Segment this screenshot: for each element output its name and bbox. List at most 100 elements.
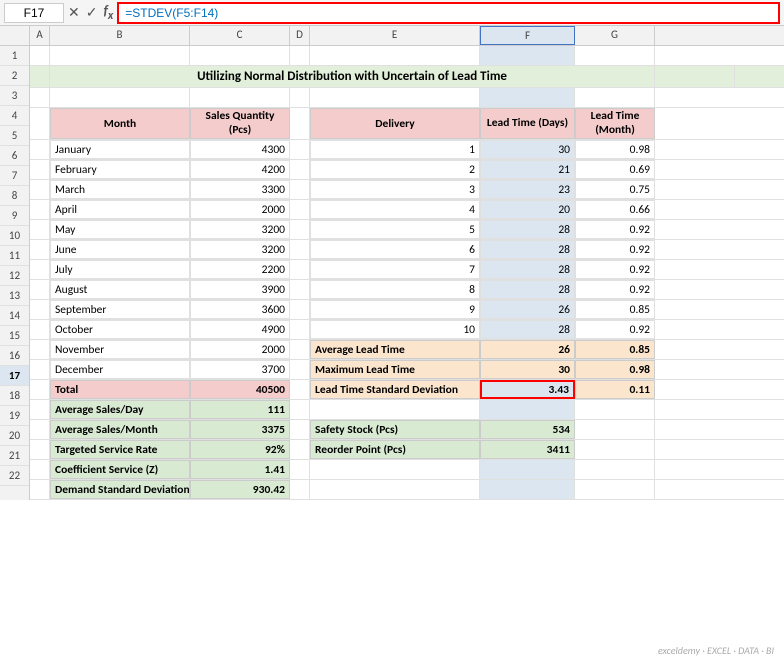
- cell-a7[interactable]: [30, 180, 50, 199]
- qty-aug[interactable]: 3900: [190, 280, 290, 299]
- qty-jul[interactable]: 2200: [190, 260, 290, 279]
- cell-g3[interactable]: [575, 88, 655, 107]
- cell-d20[interactable]: [290, 440, 310, 459]
- cell-d6[interactable]: [290, 160, 310, 179]
- delivery-6[interactable]: 6: [310, 240, 480, 259]
- lead-days-7[interactable]: 28: [480, 260, 575, 279]
- cell-d22[interactable]: [290, 480, 310, 499]
- cell-d3[interactable]: [290, 88, 310, 107]
- qty-jun[interactable]: 3200: [190, 240, 290, 259]
- lead-days-1[interactable]: 30: [480, 140, 575, 159]
- cell-b1[interactable]: [50, 46, 190, 65]
- cell-d8[interactable]: [290, 200, 310, 219]
- cell-a11[interactable]: [30, 260, 50, 279]
- cell-a14[interactable]: [30, 320, 50, 339]
- month-nov[interactable]: November: [50, 340, 190, 359]
- cell-e18[interactable]: [310, 400, 480, 419]
- qty-sep[interactable]: 3600: [190, 300, 290, 319]
- cell-f21[interactable]: [480, 460, 575, 479]
- delivery-9[interactable]: 9: [310, 300, 480, 319]
- cell-g19[interactable]: [575, 420, 655, 439]
- cell-a3[interactable]: [30, 88, 50, 107]
- function-icon[interactable]: fx: [103, 2, 113, 23]
- lead-month-10[interactable]: 0.92: [575, 320, 655, 339]
- cell-d11[interactable]: [290, 260, 310, 279]
- month-feb[interactable]: February: [50, 160, 190, 179]
- lead-month-3[interactable]: 0.75: [575, 180, 655, 199]
- cell-d19[interactable]: [290, 420, 310, 439]
- cell-a22[interactable]: [30, 480, 50, 499]
- lead-days-2[interactable]: 21: [480, 160, 575, 179]
- cell-a21[interactable]: [30, 460, 50, 479]
- cell-d18[interactable]: [290, 400, 310, 419]
- cell-e22[interactable]: [310, 480, 480, 499]
- month-sep[interactable]: September: [50, 300, 190, 319]
- delivery-1[interactable]: 1: [310, 140, 480, 159]
- month-apr[interactable]: April: [50, 200, 190, 219]
- cell-a5[interactable]: [30, 140, 50, 159]
- cell-a19[interactable]: [30, 420, 50, 439]
- cell-f22[interactable]: [480, 480, 575, 499]
- cell-g22[interactable]: [575, 480, 655, 499]
- cell-c1[interactable]: [190, 46, 290, 65]
- qty-dec[interactable]: 3700: [190, 360, 290, 379]
- delivery-3[interactable]: 3: [310, 180, 480, 199]
- cell-g18[interactable]: [575, 400, 655, 419]
- cell-e3[interactable]: [310, 88, 480, 107]
- month-dec[interactable]: December: [50, 360, 190, 379]
- cell-e21[interactable]: [310, 460, 480, 479]
- lead-month-7[interactable]: 0.92: [575, 260, 655, 279]
- lead-month-9[interactable]: 0.85: [575, 300, 655, 319]
- month-oct[interactable]: October: [50, 320, 190, 339]
- cell-g2[interactable]: [655, 66, 735, 87]
- cell-c3[interactable]: [190, 88, 290, 107]
- cell-d13[interactable]: [290, 300, 310, 319]
- month-jan[interactable]: January: [50, 140, 190, 159]
- col-header-g[interactable]: G: [575, 26, 655, 45]
- delivery-7[interactable]: 7: [310, 260, 480, 279]
- qty-apr[interactable]: 2000: [190, 200, 290, 219]
- cell-reference[interactable]: F17: [4, 3, 64, 23]
- lead-month-2[interactable]: 0.69: [575, 160, 655, 179]
- lead-days-6[interactable]: 28: [480, 240, 575, 259]
- cell-a8[interactable]: [30, 200, 50, 219]
- qty-feb[interactable]: 4200: [190, 160, 290, 179]
- qty-oct[interactable]: 4900: [190, 320, 290, 339]
- cell-d14[interactable]: [290, 320, 310, 339]
- cell-f18[interactable]: [480, 400, 575, 419]
- month-jul[interactable]: July: [50, 260, 190, 279]
- qty-may[interactable]: 3200: [190, 220, 290, 239]
- cell-a13[interactable]: [30, 300, 50, 319]
- std-dev-lead-days[interactable]: 3.43: [480, 380, 575, 399]
- delivery-4[interactable]: 4: [310, 200, 480, 219]
- cell-d15[interactable]: [290, 340, 310, 359]
- cell-a9[interactable]: [30, 220, 50, 239]
- lead-month-6[interactable]: 0.92: [575, 240, 655, 259]
- col-header-a[interactable]: A: [30, 26, 50, 45]
- col-header-c[interactable]: C: [190, 26, 290, 45]
- col-header-d[interactable]: D: [290, 26, 310, 45]
- cell-d17[interactable]: [290, 380, 310, 399]
- col-header-f[interactable]: F: [480, 26, 575, 45]
- cell-a10[interactable]: [30, 240, 50, 259]
- lead-month-1[interactable]: 0.98: [575, 140, 655, 159]
- month-jun[interactable]: June: [50, 240, 190, 259]
- month-may[interactable]: May: [50, 220, 190, 239]
- cell-f3[interactable]: [480, 88, 575, 107]
- cell-a17[interactable]: [30, 380, 50, 399]
- lead-days-5[interactable]: 28: [480, 220, 575, 239]
- lead-month-5[interactable]: 0.92: [575, 220, 655, 239]
- cell-a4[interactable]: [30, 108, 50, 139]
- col-header-b[interactable]: B: [50, 26, 190, 45]
- cell-a1[interactable]: [30, 46, 50, 65]
- cell-d4[interactable]: [290, 108, 310, 139]
- lead-days-8[interactable]: 28: [480, 280, 575, 299]
- cell-d7[interactable]: [290, 180, 310, 199]
- qty-jan[interactable]: 4300: [190, 140, 290, 159]
- qty-nov[interactable]: 2000: [190, 340, 290, 359]
- cell-d16[interactable]: [290, 360, 310, 379]
- cell-d10[interactable]: [290, 240, 310, 259]
- formula-input[interactable]: =STDEV(F5:F14): [117, 2, 780, 24]
- delivery-10[interactable]: 10: [310, 320, 480, 339]
- delivery-5[interactable]: 5: [310, 220, 480, 239]
